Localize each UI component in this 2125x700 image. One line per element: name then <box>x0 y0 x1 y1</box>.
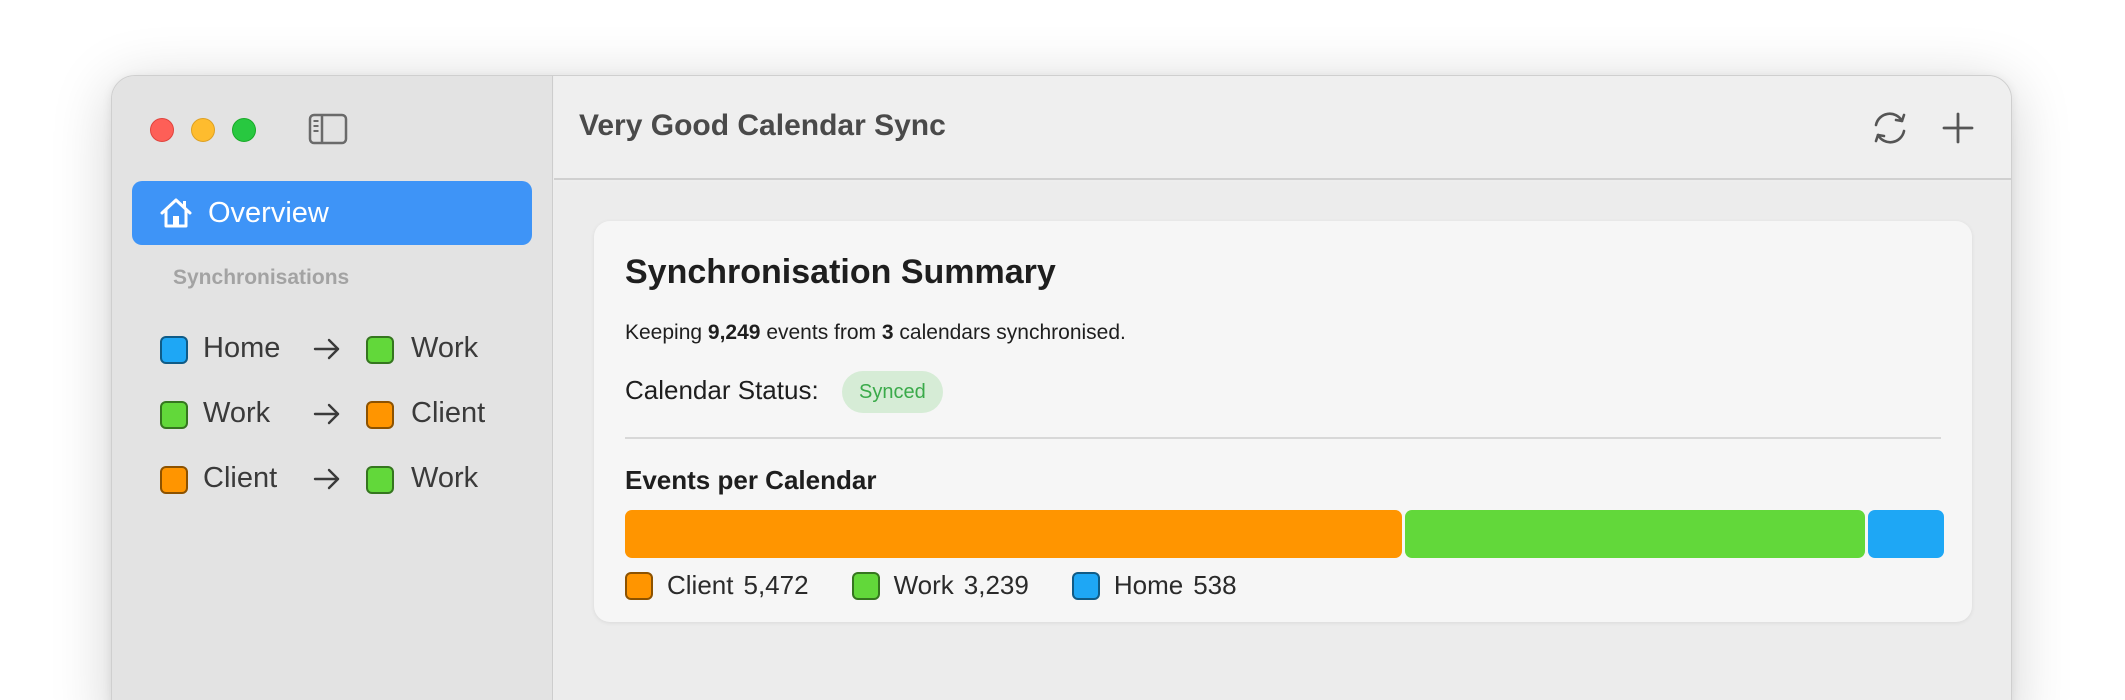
summary-middle: events from <box>766 321 877 344</box>
legend-item-work: Work 3,239 <box>851 570 1029 601</box>
source-calendar-name: Client <box>203 462 278 494</box>
legend-label: Work <box>893 570 954 600</box>
calendar-color-swatch <box>160 336 188 364</box>
sidebar-section-header: Synchronisations <box>173 266 350 289</box>
sidebar-item-sync[interactable]: Work Client <box>160 395 540 435</box>
legend-value: 3,239 <box>963 570 1029 600</box>
legend-label: Client <box>667 570 734 600</box>
legend-swatch <box>1071 571 1100 600</box>
legend-swatch <box>625 571 653 600</box>
calendar-color-swatch <box>366 466 394 494</box>
status-badge: Synced <box>842 371 943 413</box>
target-calendar-name: Work <box>411 462 479 494</box>
legend-item-home: Home 538 <box>1071 570 1237 601</box>
window-title: Very Good Calendar Sync <box>579 109 946 142</box>
legend-label: Home <box>1113 570 1184 600</box>
calendar-count: 3 <box>881 321 894 344</box>
sidebar: Overview Synchronisations Home Work Work Cl… <box>112 76 553 700</box>
summary-suffix: calendars synchronised. <box>899 321 1126 344</box>
target-calendar-name: Client <box>411 397 486 429</box>
summary-card: Synchronisation Summary Keeping 9,249 ev… <box>594 221 1972 622</box>
chart-legend: Client 5,472 Work 3,239 Home 538 <box>625 570 1280 601</box>
toolbar: Very Good Calendar Sync <box>554 76 2011 180</box>
calendar-color-swatch <box>160 466 188 494</box>
arrow-right-icon <box>313 403 340 425</box>
arrow-right-icon <box>313 468 340 490</box>
sidebar-item-label: Overview <box>208 196 329 229</box>
close-window-button[interactable] <box>150 118 174 142</box>
target-calendar-name: Work <box>411 332 479 364</box>
bar-segment-client <box>625 510 1402 558</box>
source-calendar-name: Home <box>203 332 281 364</box>
source-calendar-name: Work <box>203 397 271 429</box>
house-icon <box>160 198 192 228</box>
legend-item-client: Client 5,472 <box>625 570 809 601</box>
status-label: Calendar Status: <box>625 375 819 405</box>
minimize-window-button[interactable] <box>191 118 215 142</box>
bar-segment-work <box>1404 510 1865 558</box>
arrow-right-icon <box>313 338 340 360</box>
calendar-color-swatch <box>366 401 394 429</box>
bar-segment-home <box>1867 510 1944 558</box>
legend-value: 538 <box>1193 570 1237 600</box>
plus-icon[interactable] <box>1939 109 1977 147</box>
card-title: Synchronisation Summary <box>625 253 1056 291</box>
app-window: Overview Synchronisations Home Work Work Cl… <box>111 75 2012 700</box>
zoom-window-button[interactable] <box>232 118 256 142</box>
refresh-icon[interactable] <box>1867 105 1913 151</box>
sidebar-item-sync[interactable]: Client Work <box>160 460 540 500</box>
events-per-calendar-title: Events per Calendar <box>625 465 877 495</box>
legend-swatch <box>851 571 880 600</box>
summary-prefix: Keeping <box>625 321 703 344</box>
sidebar-item-sync[interactable]: Home Work <box>160 330 540 370</box>
events-stacked-bar <box>625 510 1944 558</box>
main-content: Synchronisation Summary Keeping 9,249 ev… <box>554 182 2011 700</box>
divider <box>625 437 1941 439</box>
sidebar-toggle-icon[interactable] <box>308 112 348 146</box>
calendar-color-swatch <box>160 401 188 429</box>
legend-value: 5,472 <box>743 570 809 600</box>
calendar-color-swatch <box>366 336 394 364</box>
summary-text: Keeping 9,249 events from 3 calendars sy… <box>625 321 1126 345</box>
event-count: 9,249 <box>707 321 761 344</box>
sidebar-item-overview[interactable]: Overview <box>132 181 532 245</box>
